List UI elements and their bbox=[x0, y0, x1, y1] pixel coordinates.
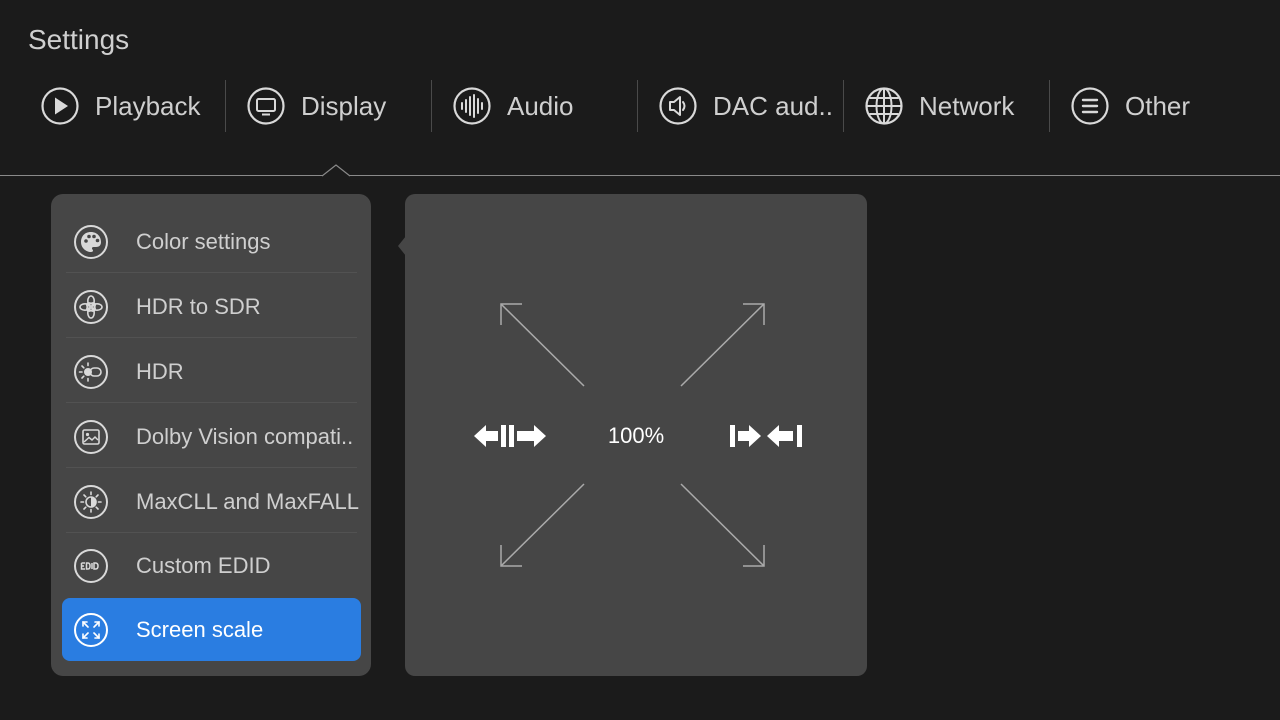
menu-item-label: Custom EDID bbox=[136, 552, 271, 578]
menu-item-label: Dolby Vision compati.. bbox=[136, 423, 354, 449]
menu-divider bbox=[66, 272, 357, 273]
menu-lines-icon bbox=[1071, 87, 1109, 125]
screen-scale-panel: 100% bbox=[405, 194, 867, 676]
menu-item-label: HDR bbox=[136, 358, 184, 384]
tab-underline bbox=[0, 175, 1280, 176]
tab-audio[interactable]: Audio bbox=[436, 78, 642, 134]
menu-divider bbox=[66, 337, 357, 338]
menu-item-hdr[interactable]: HDR bbox=[62, 340, 361, 403]
page-title: Settings bbox=[28, 24, 130, 55]
menu-item-maxcll-maxfall[interactable]: MaxCLL and MaxFALL bbox=[62, 470, 361, 533]
tab-divider bbox=[843, 80, 844, 132]
tab-label: DAC aud.. bbox=[713, 90, 833, 121]
menu-divider bbox=[66, 402, 357, 403]
audio-wave-icon bbox=[453, 87, 491, 125]
active-tab-caret bbox=[322, 164, 350, 177]
play-circle-icon bbox=[41, 87, 79, 125]
menu-divider bbox=[66, 467, 357, 468]
tab-divider bbox=[1049, 80, 1050, 132]
menu-item-screen-scale[interactable]: Screen scale bbox=[62, 598, 361, 661]
tab-divider bbox=[225, 80, 226, 132]
tab-label: Display bbox=[301, 90, 387, 121]
tab-divider bbox=[431, 80, 432, 132]
tab-label: Audio bbox=[507, 90, 574, 121]
increase-scale-button[interactable] bbox=[727, 420, 805, 452]
tab-display[interactable]: Display bbox=[230, 78, 436, 134]
menu-item-custom-edid[interactable]: Custom EDID bbox=[62, 534, 361, 597]
tab-dac-audio[interactable]: DAC aud.. bbox=[642, 78, 848, 134]
tab-label: Playback bbox=[95, 90, 201, 121]
flower-icon bbox=[74, 289, 108, 324]
menu-item-label: MaxCLL and MaxFALL bbox=[136, 488, 359, 514]
expand-arrows-icon bbox=[74, 612, 108, 647]
decrease-scale-button[interactable] bbox=[472, 420, 548, 452]
brightness-icon bbox=[74, 484, 108, 519]
menu-item-label: Screen scale bbox=[136, 616, 264, 642]
tab-divider bbox=[637, 80, 638, 132]
tab-label: Network bbox=[919, 90, 1015, 121]
menu-item-label: Color settings bbox=[136, 228, 271, 254]
menu-item-hdr-to-sdr[interactable]: HDR to SDR bbox=[62, 275, 361, 338]
tab-playback[interactable]: Playback bbox=[24, 78, 230, 134]
hdr-icon bbox=[74, 354, 108, 389]
monitor-icon bbox=[247, 87, 285, 125]
globe-icon bbox=[865, 87, 903, 125]
scale-value: 100% bbox=[607, 423, 665, 448]
menu-item-label: HDR to SDR bbox=[136, 293, 261, 319]
display-submenu: Color settings HDR to SDR HDR Dolby Visi… bbox=[51, 194, 371, 676]
speaker-icon bbox=[659, 87, 697, 125]
edid-icon bbox=[74, 548, 108, 583]
menu-item-color-settings[interactable]: Color settings bbox=[62, 210, 361, 273]
palette-icon bbox=[74, 224, 108, 259]
tab-label: Other bbox=[1125, 90, 1191, 121]
tab-other[interactable]: Other bbox=[1054, 78, 1260, 134]
menu-divider bbox=[66, 532, 357, 533]
category-tabs: Playback Display Audio DAC aud.. Network… bbox=[24, 78, 1254, 134]
image-icon bbox=[74, 419, 108, 454]
menu-item-dolby-vision[interactable]: Dolby Vision compati.. bbox=[62, 405, 361, 468]
tab-network[interactable]: Network bbox=[848, 78, 1054, 134]
